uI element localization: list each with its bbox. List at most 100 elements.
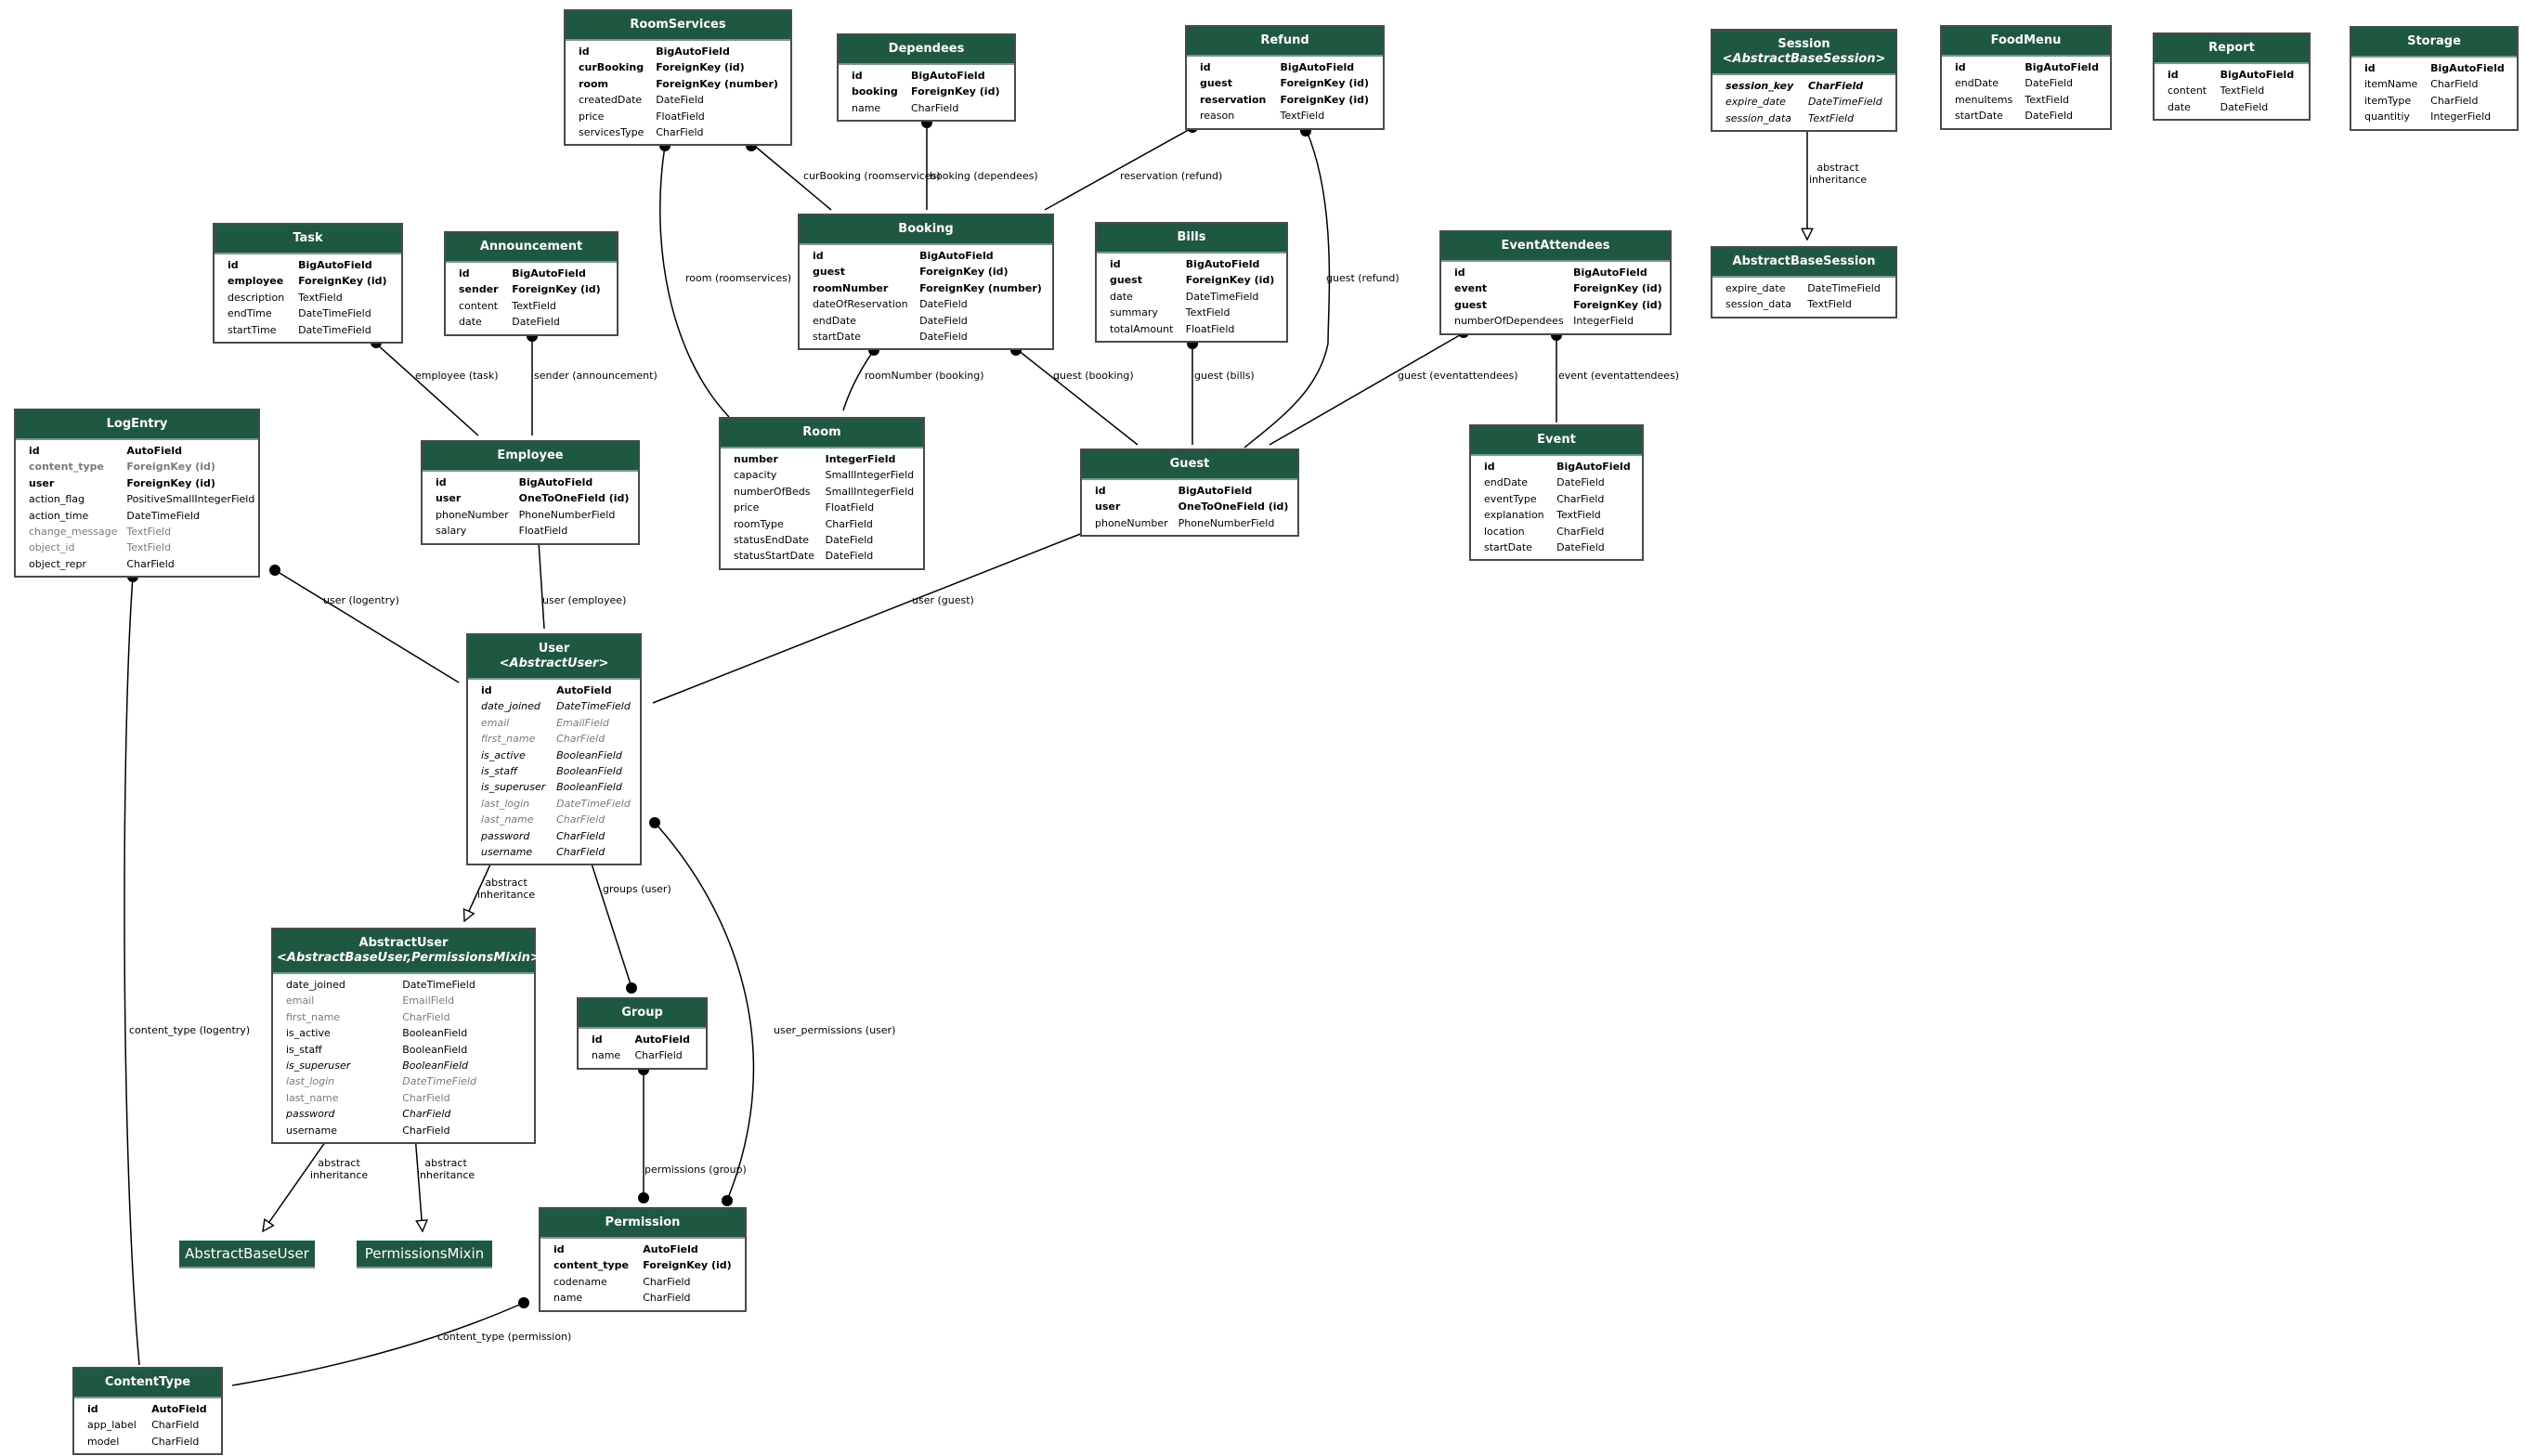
field-name: itemName [2364,78,2418,91]
edge-guest-eventattendees [1269,332,1465,446]
field-row: user ForeignKey (id) [16,475,262,491]
field-row: first_name CharField [273,1009,534,1025]
model-header: Session <AbstractBaseSession> [1712,31,1895,75]
model-title: ContentType [104,1375,191,1389]
field-row: is_superuser BooleanField [468,779,640,795]
field-name: content [459,299,499,312]
edge-label: groups (user) [603,883,671,895]
model-contenttype[interactable]: ContentType id AutoField app_label CharField… [72,1367,223,1456]
field-type: DateField [1556,476,1605,489]
field-name: capacity [734,469,777,482]
field-row: date DateTimeField [1097,289,1286,305]
edge-label: roomNumber (booking) [865,370,984,382]
model-title: Storage [2407,34,2461,48]
model-foodmenu[interactable]: FoodMenu id BigAutoField endDate DateField me… [1940,25,2112,130]
field-type: AutoField [643,1243,698,1255]
field-row: date_joined DateTimeField [468,698,640,714]
field-list: id AutoField app_label CharField model CharFi… [74,1401,221,1450]
field-type: CharField [1807,80,1864,92]
field-row: id BigAutoField [839,68,1014,84]
model-logentry[interactable]: LogEntry id AutoField content_type ForeignKe… [14,409,260,578]
node-abstractbaseuser[interactable]: AbstractBaseUser [179,1241,315,1268]
model-event[interactable]: Event id BigAutoField endDate DateField event… [1469,424,1644,562]
field-name: object_id [29,541,75,554]
field-row: id BigAutoField [1471,459,1642,474]
model-refund[interactable]: Refund id BigAutoField guest ForeignKey (id)… [1185,25,1385,130]
field-name: guest [1110,274,1142,287]
field-row: location CharField [1471,524,1642,540]
model-report[interactable]: Report id BigAutoField content TextField date… [2153,32,2311,122]
field-type: DateTimeField [298,307,371,320]
field-name: expire_date [1725,282,1786,294]
field-row: id BigAutoField [446,266,617,281]
field-list: id BigAutoField endDate DateField eventType C… [1471,459,1642,555]
edge-label: user (logentry) [323,594,399,606]
field-name: is_superuser [286,1060,351,1072]
field-row: description TextField [215,290,401,306]
field-name: startDate [1955,110,2003,123]
model-storage[interactable]: Storage id BigAutoField itemName CharField it… [2350,26,2519,131]
model-title: EventAttendees [1501,239,1610,253]
field-type: DateField [512,316,560,329]
field-row: id BigAutoField [1187,59,1383,75]
field-name: action_flag [29,493,85,506]
field-type: CharField [402,1010,450,1023]
edge-label: user_permissions (user) [774,1024,896,1036]
field-name: content_type [553,1259,629,1272]
field-type: CharField [402,1108,451,1121]
field-name: startDate [1484,541,1532,554]
model-title: Event [1537,433,1576,447]
field-row: date_joined DateTimeField [273,977,534,993]
model-session[interactable]: Session <AbstractBaseSession> session_key C… [1711,29,1897,133]
model-task[interactable]: Task id BigAutoField employee ForeignKey (id… [213,223,403,344]
field-name: reason [1200,110,1235,123]
field-name: username [481,846,533,859]
field-name: id [553,1243,565,1255]
field-list: id BigAutoField itemName CharField itemType C… [2351,60,2517,125]
field-type: DateTimeField [556,700,631,713]
field-type: DateField [1556,541,1605,554]
field-name: endTime [228,307,272,320]
field-name: startTime [228,323,277,336]
field-row: id BigAutoField [215,257,401,273]
field-name: last_name [481,813,534,826]
model-user[interactable]: User <AbstractUser> id AutoField date_joined… [466,633,642,866]
model-room[interactable]: Room number IntegerField capacity SmallInteg… [719,417,925,570]
field-row: endDate DateField [1471,474,1642,490]
model-header: User <AbstractUser> [468,635,640,680]
edge-label-inheritance: abstract inheritance [1809,162,1868,186]
model-abstractbasesession[interactable]: AbstractBaseSession expire_date DateTimeFi… [1711,246,1897,318]
field-type: BigAutoField [518,476,593,488]
model-group[interactable]: Group id AutoField name CharField [577,997,708,1070]
model-dependees[interactable]: Dependees id BigAutoField booking ForeignKey… [837,33,1016,123]
model-booking[interactable]: Booking id BigAutoField guest ForeignKey (id… [798,214,1054,351]
field-list: id BigAutoField sender ForeignKey (id) conte… [446,266,617,331]
field-row: endDate DateField [1942,75,2110,91]
model-bills[interactable]: Bills id BigAutoField guest ForeignKey (id) d… [1095,222,1288,344]
model-title: Task [293,231,323,245]
model-announcement[interactable]: Announcement id BigAutoField sender ForeignK… [444,231,618,336]
model-header: FoodMenu [1942,27,2110,57]
field-row: price FloatField [721,500,923,515]
field-row: content_type ForeignKey (id) [16,459,262,474]
edge-endpoint-dot [649,817,660,828]
field-name: salary [436,525,467,538]
model-employee[interactable]: Employee id BigAutoField user OneToOneField … [421,440,640,545]
field-name: id [436,476,447,488]
model-header: Guest [1082,450,1297,480]
field-row: first_name CharField [468,731,640,747]
field-list: id BigAutoField endDate DateField menuItems T… [1942,59,2110,124]
node-permissionsmixin[interactable]: PermissionsMixin [357,1241,492,1268]
field-name: statusStartDate [734,550,814,563]
field-type: CharField [911,101,959,114]
field-list: id BigAutoField employee ForeignKey (id) des… [215,257,401,338]
field-type: TextField [1807,298,1852,311]
model-eventattendees[interactable]: EventAttendees id BigAutoField event Foreign… [1439,230,1672,335]
field-name: last_name [286,1091,339,1104]
field-name: model [87,1435,120,1448]
model-roomservices[interactable]: RoomServices id BigAutoField curBooking Fore… [564,9,792,147]
edge-content-type-permission [231,1302,525,1386]
model-permission[interactable]: Permission id AutoField content_type Foreign… [539,1207,747,1312]
model-abstractuser[interactable]: AbstractUser <AbstractBaseUser,Permission… [271,928,540,1145]
model-guest[interactable]: Guest id BigAutoField user OneToOneField (id… [1080,448,1299,538]
